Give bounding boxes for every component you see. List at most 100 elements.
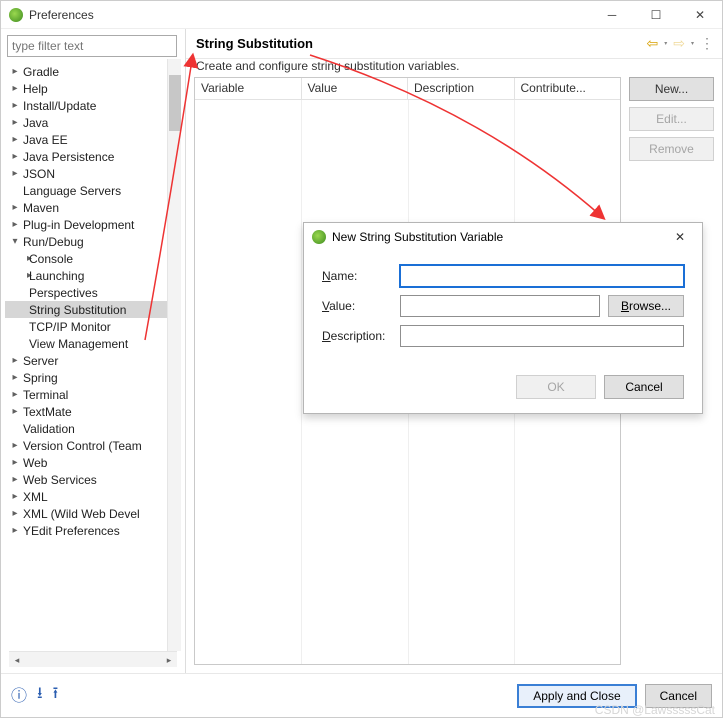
column-header[interactable]: Description xyxy=(408,78,515,99)
tree-item[interactable]: XML xyxy=(5,488,181,505)
tree-item[interactable]: Terminal xyxy=(5,386,181,403)
remove-button: Remove xyxy=(629,137,714,161)
chevron-right-icon[interactable] xyxy=(9,168,21,179)
tree-item-label: View Management xyxy=(27,337,128,351)
column-header[interactable]: Contribute... xyxy=(515,78,621,99)
maximize-button[interactable]: ☐ xyxy=(634,1,678,29)
chevron-right-icon[interactable] xyxy=(9,474,21,485)
minimize-button[interactable]: ─ xyxy=(590,1,634,29)
chevron-down-icon[interactable] xyxy=(9,236,21,247)
column-header[interactable]: Variable xyxy=(195,78,302,99)
chevron-right-icon[interactable] xyxy=(9,253,27,264)
tree-item[interactable]: Perspectives xyxy=(5,284,181,301)
titlebar: Preferences ─ ☐ ✕ xyxy=(1,1,722,29)
column-header[interactable]: Value xyxy=(302,78,409,99)
dialog-cancel-button[interactable]: Cancel xyxy=(604,375,684,399)
filter-input[interactable] xyxy=(7,35,177,57)
app-icon xyxy=(9,8,23,22)
scrollbar-thumb[interactable] xyxy=(169,75,181,131)
tree-item[interactable]: Validation xyxy=(5,420,181,437)
tree-item[interactable]: Plug-in Development xyxy=(5,216,181,233)
chevron-right-icon[interactable] xyxy=(9,372,21,383)
description-input[interactable] xyxy=(400,325,684,347)
tree-item[interactable]: TextMate xyxy=(5,403,181,420)
edit-button: Edit... xyxy=(629,107,714,131)
chevron-right-icon[interactable] xyxy=(9,270,27,281)
tree-scrollbar[interactable] xyxy=(167,59,181,651)
tree-h-scrollbar[interactable]: ◂ ▸ xyxy=(9,651,177,667)
help-icon[interactable]: ⓘ xyxy=(11,682,27,709)
tree-item[interactable]: Java Persistence xyxy=(5,148,181,165)
tree-item[interactable]: Gradle xyxy=(5,63,181,80)
page-toolbar: ⇦ ▾ ⇨ ▾ ⋮ xyxy=(647,35,715,52)
tree-item-label: JSON xyxy=(21,167,55,181)
tree-item[interactable]: Launching xyxy=(5,267,181,284)
chevron-right-icon[interactable] xyxy=(9,389,21,400)
tree-item[interactable]: View Management xyxy=(5,335,181,352)
back-icon[interactable]: ⇦ xyxy=(647,35,659,52)
tree-item[interactable]: Java xyxy=(5,114,181,131)
chevron-right-icon[interactable] xyxy=(9,406,21,417)
tree-item[interactable]: Web xyxy=(5,454,181,471)
tree-item-label: Java EE xyxy=(21,133,68,147)
tree-item-label: Run/Debug xyxy=(21,235,84,249)
menu-icon[interactable]: ⋮ xyxy=(700,35,714,52)
chevron-right-icon[interactable] xyxy=(9,508,21,519)
dropdown-icon[interactable]: ▾ xyxy=(664,40,667,47)
name-input[interactable] xyxy=(400,265,684,287)
chevron-right-icon[interactable] xyxy=(9,457,21,468)
new-variable-dialog: New String Substitution Variable ✕ Name:… xyxy=(303,222,703,414)
tree-item-label: YEdit Preferences xyxy=(21,524,120,538)
tree-item[interactable]: Install/Update xyxy=(5,97,181,114)
tree-item[interactable]: String Substitution xyxy=(5,301,181,318)
new-button[interactable]: New... xyxy=(629,77,714,101)
chevron-right-icon[interactable] xyxy=(9,440,21,451)
tree-item[interactable]: YEdit Preferences xyxy=(5,522,181,539)
tree-item[interactable]: Language Servers xyxy=(5,182,181,199)
page-title: String Substitution xyxy=(196,36,313,51)
tree-item[interactable]: Java EE xyxy=(5,131,181,148)
forward-icon[interactable]: ⇨ xyxy=(673,35,685,52)
tree-item[interactable]: Web Services xyxy=(5,471,181,488)
tree-item-label: Web xyxy=(21,456,47,470)
export-icon[interactable]: ⭱ xyxy=(53,682,59,709)
tree-item[interactable]: TCP/IP Monitor xyxy=(5,318,181,335)
scroll-left-icon[interactable]: ◂ xyxy=(9,653,25,667)
tree-item[interactable]: Maven xyxy=(5,199,181,216)
sidebar: GradleHelpInstall/Update Java Java EEJava … xyxy=(1,29,186,673)
tree-item-label: Spring xyxy=(21,371,58,385)
chevron-right-icon[interactable] xyxy=(9,83,21,94)
scroll-right-icon[interactable]: ▸ xyxy=(161,653,177,667)
chevron-right-icon[interactable] xyxy=(9,117,21,128)
chevron-right-icon[interactable] xyxy=(9,66,21,77)
close-button[interactable]: ✕ xyxy=(678,1,722,29)
value-input[interactable] xyxy=(400,295,600,317)
tree-item[interactable]: Server xyxy=(5,352,181,369)
chevron-right-icon[interactable] xyxy=(9,491,21,502)
tree-item[interactable]: Help xyxy=(5,80,181,97)
chevron-right-icon[interactable] xyxy=(9,100,21,111)
chevron-right-icon[interactable] xyxy=(9,151,21,162)
chevron-right-icon[interactable] xyxy=(9,525,21,536)
preferences-tree[interactable]: GradleHelpInstall/Update Java Java EEJava … xyxy=(5,63,181,647)
tree-item[interactable]: Run/Debug xyxy=(5,233,181,250)
import-icon[interactable]: ⭳ xyxy=(37,682,43,709)
tree-item-label: Gradle xyxy=(21,65,59,79)
tree-item-label: Server xyxy=(21,354,58,368)
dialog-close-button[interactable]: ✕ xyxy=(658,223,702,251)
tree-item-label: Language Servers xyxy=(21,184,121,198)
tree-item[interactable]: Spring xyxy=(5,369,181,386)
tree-item-label: Plug-in Development xyxy=(21,218,134,232)
chevron-right-icon[interactable] xyxy=(9,355,21,366)
tree-item-label: Java xyxy=(21,116,48,130)
chevron-right-icon[interactable] xyxy=(9,202,21,213)
tree-item[interactable]: Console xyxy=(5,250,181,267)
browse-button[interactable]: Browse... xyxy=(608,295,684,317)
chevron-right-icon[interactable] xyxy=(9,134,21,145)
chevron-right-icon[interactable] xyxy=(9,219,21,230)
dropdown-icon[interactable]: ▾ xyxy=(691,40,694,47)
tree-item[interactable]: XML (Wild Web Devel xyxy=(5,505,181,522)
description-label: Description: xyxy=(322,329,392,343)
tree-item[interactable]: Version Control (Team xyxy=(5,437,181,454)
tree-item[interactable]: JSON xyxy=(5,165,181,182)
